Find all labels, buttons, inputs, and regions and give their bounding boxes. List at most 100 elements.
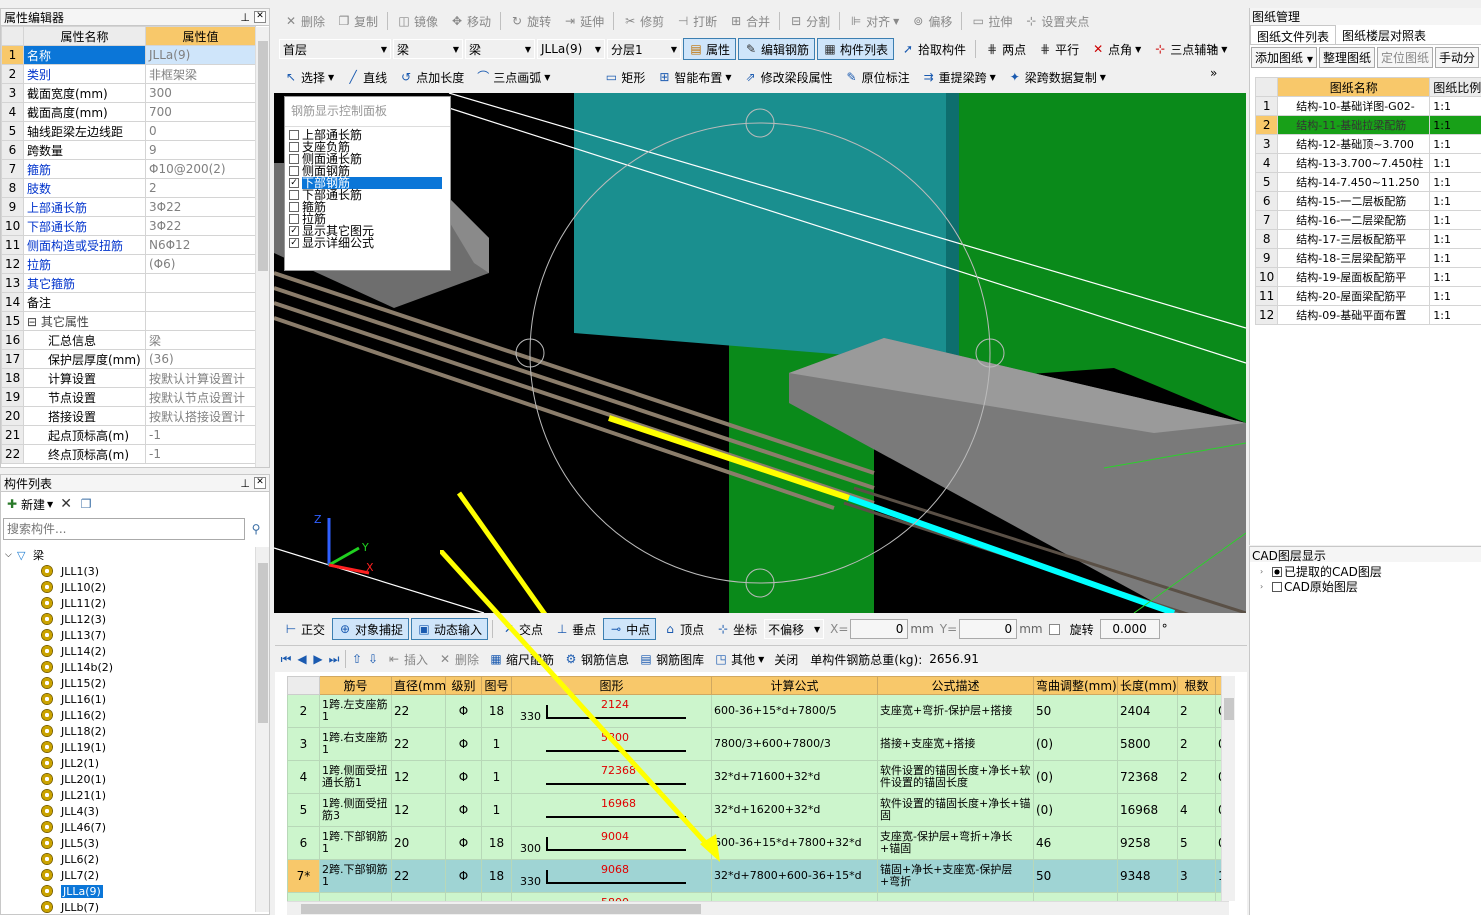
tree-item[interactable]: JLL15(2) — [5, 675, 255, 691]
rebar-diameter[interactable]: 22 — [391, 892, 446, 901]
property-row[interactable]: 10 下部通长筋 3Φ22 — [1, 216, 256, 236]
rebar-grade[interactable]: Φ — [445, 760, 482, 794]
rebar-formula[interactable]: 7800/3+600+7800/3 — [711, 727, 878, 761]
draw-tool-button[interactable]: ▭ 矩形 — [599, 66, 650, 88]
property-value[interactable]: 300 — [145, 83, 256, 103]
drawing-name[interactable]: 结构-10-基础详图-G02- — [1277, 96, 1431, 116]
snap-toggle[interactable]: ▣ 动态输入 — [411, 618, 489, 640]
rebar-figure-no[interactable]: 1 — [481, 793, 512, 827]
drawing-scale[interactable]: 1:1 — [1429, 191, 1481, 211]
rebar-diameter[interactable]: 12 — [391, 760, 446, 794]
draw-tool-button[interactable]: ⇗ 修改梁段属性 — [739, 66, 838, 88]
edit-tool-button[interactable]: ⊣ 打断 — [671, 10, 722, 32]
tree-item[interactable]: JLL1(3) — [5, 563, 255, 579]
property-row[interactable]: 18 计算设置 按默认计算设置计 — [1, 368, 256, 388]
edit-rebar-button[interactable]: ✎ 编辑钢筋 — [738, 38, 816, 60]
rebar-grade[interactable]: Φ — [445, 892, 482, 901]
rebar-formula-desc[interactable]: 锚固+净长+支座宽-保护层+弯折 — [877, 859, 1034, 893]
edit-tool-button[interactable]: ⇥ 延伸 — [558, 10, 609, 32]
attribute-button[interactable]: ▤ 属性 — [683, 38, 737, 60]
rebar-row[interactable]: 2 1跨.左支座筋1 22 Φ 18 330 2124 600-36+15*d+7800/5 支… — [287, 694, 1229, 728]
property-value[interactable]: 3Φ22 — [145, 216, 256, 236]
drawing-row[interactable]: 7 结构-16-一二层梁配筋 1:1 — [1254, 210, 1481, 230]
property-row[interactable]: 3 截面宽度(mm) 300 — [1, 83, 256, 103]
scroll-thumb[interactable] — [258, 563, 268, 723]
rebar-shape[interactable]: 72368 — [511, 760, 712, 794]
tree-item[interactable]: JLL5(3) — [5, 835, 255, 851]
last-icon[interactable]: ⏭ — [327, 652, 341, 666]
rebar-name[interactable]: 1跨.下部钢筋1 — [319, 826, 392, 860]
rebar-shape[interactable]: 330 9068 — [511, 859, 712, 893]
property-value[interactable]: -1 — [145, 425, 256, 445]
drawing-scale[interactable]: 1:1 — [1429, 172, 1481, 192]
rebar-formula[interactable]: 32*d+71600+32*d — [711, 760, 878, 794]
rebar-figure-no[interactable]: 1 — [481, 727, 512, 761]
edit-tool-button[interactable]: ◫ 镜像 — [392, 10, 443, 32]
rebar-table-hscroll[interactable] — [287, 901, 1229, 915]
snap-toggle[interactable]: ⊥ 垂点 — [550, 618, 601, 640]
drawing-scale[interactable]: 1:1 — [1429, 286, 1481, 306]
property-value[interactable]: 3Φ22 — [145, 197, 256, 217]
drawing-name[interactable]: 结构-15-一二层板配筋 — [1277, 191, 1431, 211]
edit-tool-button[interactable]: ⊟ 分割 — [784, 10, 835, 32]
property-value[interactable]: 700 — [145, 102, 256, 122]
collapse-icon[interactable]: ⌵ — [5, 550, 17, 560]
tree-item[interactable]: JLL16(2) — [5, 707, 255, 723]
rebar-count[interactable]: 2 — [1177, 694, 1216, 728]
drawing-name[interactable]: 结构-20-屋面梁配筋平 — [1277, 286, 1431, 306]
property-row[interactable]: 9 上部通长筋 3Φ22 — [1, 197, 256, 217]
organize-drawing-button[interactable]: 整理图纸 — [1319, 46, 1376, 68]
rebar-bend[interactable]: (0) — [1033, 793, 1118, 827]
copy-icon[interactable]: ❐ — [79, 497, 93, 511]
property-row[interactable]: 21 起点顶标高(m) -1 — [1, 425, 256, 445]
tree-item[interactable]: JLL16(1) — [5, 691, 255, 707]
rebar-name[interactable]: 2跨.下部钢筋1 — [319, 859, 392, 893]
property-row[interactable]: 15 ⊟ 其它属性 — [1, 311, 256, 331]
property-row[interactable]: 19 节点设置 按默认节点设置计 — [1, 387, 256, 407]
checkbox-icon[interactable] — [289, 142, 299, 152]
rebar-count[interactable]: 2 — [1177, 892, 1216, 901]
point-angle-button[interactable]: ✕ 点角 ▼ — [1086, 38, 1146, 60]
rebar-shape[interactable]: 5800 — [511, 727, 712, 761]
property-row[interactable]: 7 箍筋 Φ10@200(2) — [1, 159, 256, 179]
coord-input[interactable]: 0 — [850, 619, 909, 639]
rebar-count[interactable]: 2 — [1177, 727, 1216, 761]
rebar-row[interactable]: 5 1跨.侧面受扭筋3 12 Φ 1 16968 32*d+16200+32*d 软件设置的锚… — [287, 793, 1229, 827]
snap-toggle[interactable]: ⌂ 顶点 — [658, 618, 709, 640]
delete-icon[interactable]: ✕ — [59, 497, 73, 511]
rebar-grade[interactable]: Φ — [445, 727, 482, 761]
drawing-name[interactable]: 结构-17-三层板配筋平 — [1277, 229, 1431, 249]
checkbox-icon[interactable] — [289, 214, 299, 224]
rebar-figure-no[interactable]: 18 — [481, 859, 512, 893]
drawing-name[interactable]: 结构-18-三层梁配筋平 — [1277, 248, 1431, 268]
drawing-name[interactable]: 结构-19-屋面板配筋平 — [1277, 267, 1431, 287]
rebar-count[interactable]: 4 — [1177, 793, 1216, 827]
rebar-bend[interactable]: (0) — [1033, 760, 1118, 794]
draw-tool-button[interactable]: ⌒ 三点画弧 ▼ — [471, 66, 555, 88]
rebar-tool-button[interactable]: ◳ 其他 ▼ — [709, 648, 769, 670]
pin-icon[interactable]: ⊥ — [240, 477, 250, 490]
property-value[interactable] — [145, 311, 256, 331]
toolbar-overflow-icon[interactable]: » — [1210, 40, 1217, 54]
drawing-scale[interactable]: 1:1 — [1429, 153, 1481, 173]
rebar-row[interactable]: 83跨.右支座22Φ158007800/3+600+7800/3搭接+支座宽+搭… — [287, 892, 1229, 901]
rebar-diameter[interactable]: 22 — [391, 694, 446, 728]
tree-item[interactable]: JLLa(9) — [5, 883, 255, 899]
draw-tool-button[interactable]: ╱ 直线 — [341, 66, 392, 88]
rebar-name[interactable]: 1跨.侧面受扭筋3 — [319, 793, 392, 827]
tree-scrollbar[interactable] — [255, 547, 269, 912]
edit-tool-button[interactable]: ↻ 旋转 — [505, 10, 556, 32]
rebar-formula[interactable]: 600-36+15*d+7800/5 — [711, 694, 878, 728]
drawing-name[interactable]: 结构-14-7.450~11.250 — [1277, 172, 1431, 192]
rebar-name[interactable]: 3跨.右支座 — [319, 892, 392, 901]
property-value[interactable]: 非框架梁 — [145, 64, 256, 84]
rebar-shape[interactable]: 16968 — [511, 793, 712, 827]
first-icon[interactable]: ⏮ — [279, 652, 293, 666]
drawing-row[interactable]: 10 结构-19-屋面板配筋平 1:1 — [1254, 267, 1481, 287]
tree-item[interactable]: JLL19(1) — [5, 739, 255, 755]
offset-select[interactable]: 不偏移 ▼ — [764, 619, 825, 639]
edit-tool-button[interactable]: ✥ 移动 — [445, 10, 496, 32]
tree-item[interactable]: JLL12(3) — [5, 611, 255, 627]
rebar-formula-desc[interactable]: 搭接+支座宽+搭接 — [877, 727, 1034, 761]
rebar-tool-button[interactable]: ▦ 缩尺配筋 — [484, 648, 559, 670]
